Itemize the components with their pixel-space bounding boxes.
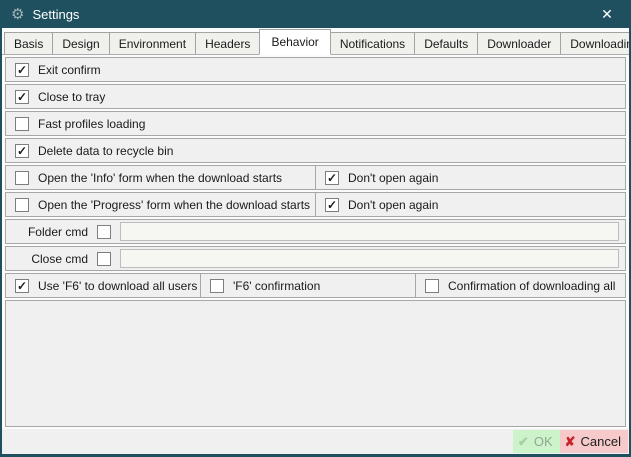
delete-recycle-checkbox[interactable]: ✓ [15,144,29,158]
window-title: Settings [32,7,79,22]
info-dont-open-checkbox[interactable]: ✓ [325,171,339,185]
titlebar: ⚙ Settings ✕ [2,0,629,28]
exit-confirm-label: Exit confirm [38,63,101,77]
tab-headers[interactable]: Headers [195,32,260,54]
f6-download-all-label: Use 'F6' to download all users [38,279,197,293]
close-icon[interactable]: ✕ [585,0,629,28]
folder-cmd-label: Folder cmd [15,225,88,239]
row-folder-cmd: Folder cmd [5,219,626,244]
tab-strip: Basis Design Environment Headers Behavio… [2,28,629,55]
f6-download-all-checkbox[interactable]: ✓ [15,279,29,293]
ok-button[interactable]: ✔ OK [513,430,560,453]
row-exit-confirm: ✓ Exit confirm [5,57,626,82]
folder-cmd-checkbox[interactable] [97,225,111,239]
f6-confirmation-checkbox[interactable] [210,279,224,293]
row-fast-profiles: Fast profiles loading [5,111,626,136]
tab-environment[interactable]: Environment [109,32,196,54]
row-f6-options: ✓ Use 'F6' to download all users 'F6' co… [5,273,626,298]
ok-button-label: OK [534,434,553,449]
row-info-form: Open the 'Info' form when the download s… [5,165,626,190]
folder-cmd-input[interactable] [120,222,619,241]
close-to-tray-label: Close to tray [38,90,105,104]
progress-form-label: Open the 'Progress' form when the downlo… [38,198,310,212]
row-progress-form: Open the 'Progress' form when the downlo… [5,192,626,217]
tab-notifications[interactable]: Notifications [330,32,415,54]
empty-panel [5,300,626,427]
fast-profiles-label: Fast profiles loading [38,117,145,131]
close-to-tray-checkbox[interactable]: ✓ [15,90,29,104]
tab-defaults[interactable]: Defaults [414,32,478,54]
row-delete-recycle: ✓ Delete data to recycle bin [5,138,626,163]
footer: ✔ OK ✘ Cancel [2,429,629,454]
behavior-tab-panel: ✓ Exit confirm ✓ Close to tray Fast prof… [2,55,629,429]
progress-dont-open-label: Don't open again [348,198,438,212]
row-close-to-tray: ✓ Close to tray [5,84,626,109]
f6-confirmation-label: 'F6' confirmation [233,279,320,293]
progress-form-checkbox[interactable] [15,198,29,212]
gear-icon: ⚙ [11,7,24,22]
ok-check-icon: ✔ [518,435,529,448]
cancel-button[interactable]: ✘ Cancel [560,430,628,453]
info-dont-open-label: Don't open again [348,171,438,185]
tab-basis[interactable]: Basis [4,32,53,54]
close-cmd-input[interactable] [120,249,619,268]
row-close-cmd: Close cmd [5,246,626,271]
settings-dialog: ⚙ Settings ✕ Basis Design Environment He… [0,0,631,457]
close-cmd-label: Close cmd [15,252,88,266]
exit-confirm-checkbox[interactable]: ✓ [15,63,29,77]
delete-recycle-label: Delete data to recycle bin [38,144,173,158]
info-form-checkbox[interactable] [15,171,29,185]
close-cmd-checkbox[interactable] [97,252,111,266]
tab-behavior[interactable]: Behavior [259,29,330,55]
fast-profiles-checkbox[interactable] [15,117,29,131]
tab-downloading[interactable]: Downloading [560,32,631,54]
cancel-x-icon: ✘ [565,435,576,448]
cancel-button-label: Cancel [581,434,621,449]
confirm-download-all-checkbox[interactable] [425,279,439,293]
progress-dont-open-checkbox[interactable]: ✓ [325,198,339,212]
confirm-download-all-label: Confirmation of downloading all [448,279,615,293]
tab-design[interactable]: Design [52,32,109,54]
tab-downloader[interactable]: Downloader [477,32,561,54]
info-form-label: Open the 'Info' form when the download s… [38,171,282,185]
